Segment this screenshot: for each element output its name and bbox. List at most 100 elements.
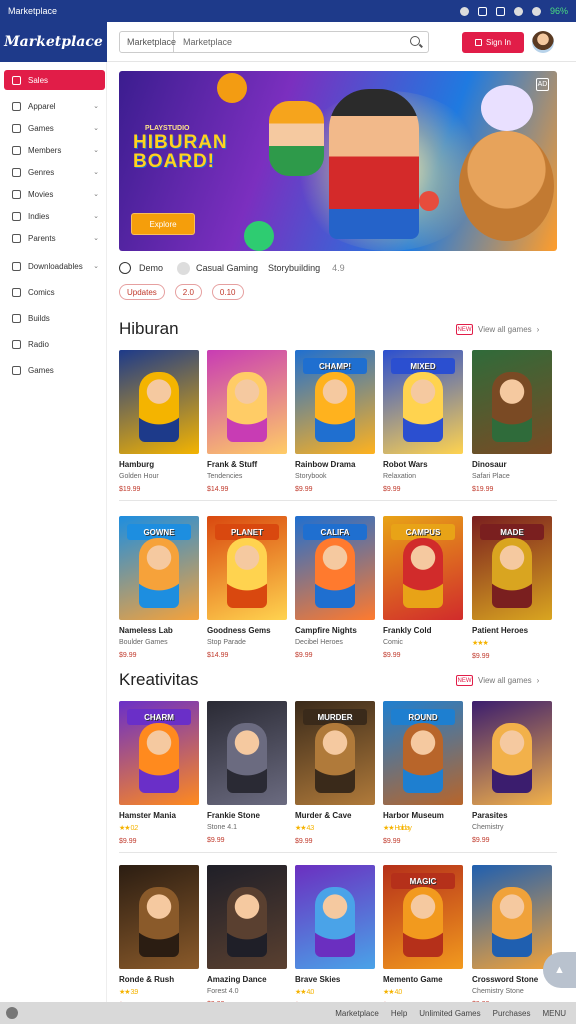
game-thumbnail[interactable]: MIXED (383, 350, 463, 454)
game-thumbnail[interactable] (295, 865, 375, 969)
game-thumbnail[interactable]: PLANET (207, 516, 287, 620)
game-card[interactable]: Crossword StoneChemistry Stone$9.99 (472, 865, 552, 1008)
game-title[interactable]: Memento Game (383, 975, 463, 984)
game-card[interactable]: CAMPUS Frankly Cold Comic $9.99 (383, 516, 463, 659)
game-title[interactable]: Rainbow Drama (295, 460, 375, 469)
game-title[interactable]: Frankly Cold (383, 626, 463, 635)
signin-button[interactable]: Sign In (462, 32, 524, 53)
game-card[interactable]: CALIFA Campfire Nights Decibel Heroes $9.99 (295, 516, 375, 659)
search-icon[interactable] (410, 36, 420, 46)
game-card[interactable]: Brave Skies★★ 4.0$9.99 (295, 865, 375, 1009)
banner-ball (244, 221, 274, 251)
tag-pill[interactable]: Updates (119, 284, 165, 300)
game-title[interactable]: Campfire Nights (295, 626, 375, 635)
sidebar-item-genres[interactable]: Genres ⌄ (4, 162, 105, 182)
sidebar-item-games[interactable]: Games ⌄ (4, 118, 105, 138)
footer-link[interactable]: Unlimited Games (419, 1009, 480, 1018)
game-title[interactable]: Hamster Mania (119, 811, 199, 820)
game-card[interactable]: MIXED Robot Wars Relaxation $9.99 (383, 350, 463, 493)
sidebar-item-members[interactable]: Members ⌄ (4, 140, 105, 160)
sidebar-item-radio[interactable]: Radio (4, 334, 105, 354)
game-thumbnail[interactable] (472, 350, 552, 454)
tag-pill[interactable]: 0.10 (211, 284, 244, 300)
brand-logo[interactable]: Marketplace (0, 22, 107, 62)
game-thumbnail[interactable]: MURDER (295, 701, 375, 805)
view-all-link[interactable]: NEW View all games › (456, 675, 539, 686)
game-card[interactable]: GOWNE Nameless Lab Boulder Games $9.99 (119, 516, 199, 659)
game-title[interactable]: Hamburg (119, 460, 199, 469)
footer-link[interactable]: MENU (542, 1009, 566, 1018)
game-thumbnail[interactable]: GOWNE (119, 516, 199, 620)
game-thumbnail[interactable]: MADE (472, 516, 552, 620)
sidebar-item-movies[interactable]: Movies ⌄ (4, 184, 105, 204)
sidebar-item-downloadables[interactable]: Downloadables ⌄ (4, 256, 105, 276)
banner-cta-button[interactable]: Explore (131, 213, 195, 235)
game-thumbnail[interactable]: CALIFA (295, 516, 375, 620)
game-card[interactable]: Parasites Chemistry $9.99 (472, 701, 552, 844)
sidebar-item-indies[interactable]: Indies ⌄ (4, 206, 105, 226)
game-thumbnail[interactable]: CHAMP! (295, 350, 375, 454)
game-title[interactable]: Crossword Stone (472, 975, 552, 984)
game-card[interactable]: PLANET Goodness Gems Stop Parade $14.99 (207, 516, 287, 659)
game-title[interactable]: Robot Wars (383, 460, 463, 469)
game-title[interactable]: Brave Skies (295, 975, 375, 984)
hero-banner[interactable]: PLAYSTUDIO HIBURAN BOARD! Explore AD (119, 71, 557, 251)
game-title[interactable]: Dinosaur (472, 460, 552, 469)
game-subtitle: Relaxation (383, 473, 417, 480)
game-thumbnail[interactable] (472, 701, 552, 805)
game-card[interactable]: MURDER Murder & Cave ★★ 4.3 $9.99 (295, 701, 375, 845)
game-card[interactable]: Frank & Stuff Tendencies $14.99 (207, 350, 287, 493)
game-title[interactable]: Harbor Museum (383, 811, 463, 820)
search-category-select[interactable]: Marketplace (120, 32, 176, 52)
game-thumbnail[interactable]: CAMPUS (383, 516, 463, 620)
game-card[interactable]: MAGICMemento Game★★ 4.0$9.99 (383, 865, 463, 1009)
sidebar-item-comics[interactable]: Comics (4, 282, 105, 302)
game-title[interactable]: Amazing Dance (207, 975, 287, 984)
game-title[interactable]: Nameless Lab (119, 626, 199, 635)
game-card[interactable]: Amazing DanceForest 4.0$9.99 (207, 865, 287, 1008)
sidebar-item-parents[interactable]: Parents ⌄ (4, 228, 105, 248)
game-thumbnail[interactable] (119, 865, 199, 969)
game-title[interactable]: Ronde & Rush (119, 975, 199, 984)
game-thumbnail[interactable] (207, 701, 287, 805)
game-thumbnail[interactable] (207, 865, 287, 969)
search-input[interactable]: Marketplace (174, 37, 232, 47)
sidebar-item-builds[interactable]: Builds (4, 308, 105, 328)
game-thumbnail[interactable]: CHARM (119, 701, 199, 805)
game-title[interactable]: Murder & Cave (295, 811, 375, 820)
footer-link[interactable]: Help (391, 1009, 407, 1018)
footer-link[interactable]: Marketplace (335, 1009, 379, 1018)
sidebar-item-apparel[interactable]: Apparel ⌄ (4, 96, 105, 116)
game-subtitle: Chemistry (472, 824, 504, 831)
category-icon (12, 261, 21, 271)
game-title[interactable]: Patient Heroes (472, 626, 552, 635)
game-title[interactable]: Frankie Stone (207, 811, 287, 820)
chevron-right-icon: › (536, 325, 540, 334)
game-thumbnail[interactable] (472, 865, 552, 969)
cover-character (492, 723, 532, 793)
tag-pill[interactable]: 2.0 (174, 284, 202, 300)
scroll-top-button[interactable]: ▲ (543, 952, 576, 988)
game-thumbnail[interactable] (207, 350, 287, 454)
game-title[interactable]: Frank & Stuff (207, 460, 287, 469)
home-icon[interactable] (6, 1007, 18, 1019)
game-thumbnail[interactable]: ROUND (383, 701, 463, 805)
game-card[interactable]: Ronde & Rush★★ 3.9$9.99 (119, 865, 199, 1009)
game-card[interactable]: CHAMP! Rainbow Drama Storybook $9.99 (295, 350, 375, 493)
search-bar[interactable]: Marketplace Marketplace (119, 31, 429, 53)
game-card[interactable]: Hamburg Golden Hour $19.99 (119, 350, 199, 493)
game-card[interactable]: MADE Patient Heroes ★★★ $9.99 (472, 516, 552, 660)
view-all-link[interactable]: NEW View all games › (456, 324, 539, 335)
game-card[interactable]: Frankie Stone Stone 4.1 $9.99 (207, 701, 287, 844)
sidebar-item-sales[interactable]: Sales (4, 70, 105, 90)
game-title[interactable]: Parasites (472, 811, 552, 820)
game-card[interactable]: ROUND Harbor Museum ★★ Holiday $9.99 (383, 701, 463, 845)
footer-link[interactable]: Purchases (493, 1009, 531, 1018)
game-card[interactable]: Dinosaur Safari Place $19.99 (472, 350, 552, 493)
game-card[interactable]: CHARM Hamster Mania ★★ 0.2 $9.99 (119, 701, 199, 845)
game-thumbnail[interactable]: MAGIC (383, 865, 463, 969)
sidebar-item-games[interactable]: Games (4, 360, 105, 380)
avatar[interactable] (532, 31, 554, 53)
game-title[interactable]: Goodness Gems (207, 626, 287, 635)
game-thumbnail[interactable] (119, 350, 199, 454)
